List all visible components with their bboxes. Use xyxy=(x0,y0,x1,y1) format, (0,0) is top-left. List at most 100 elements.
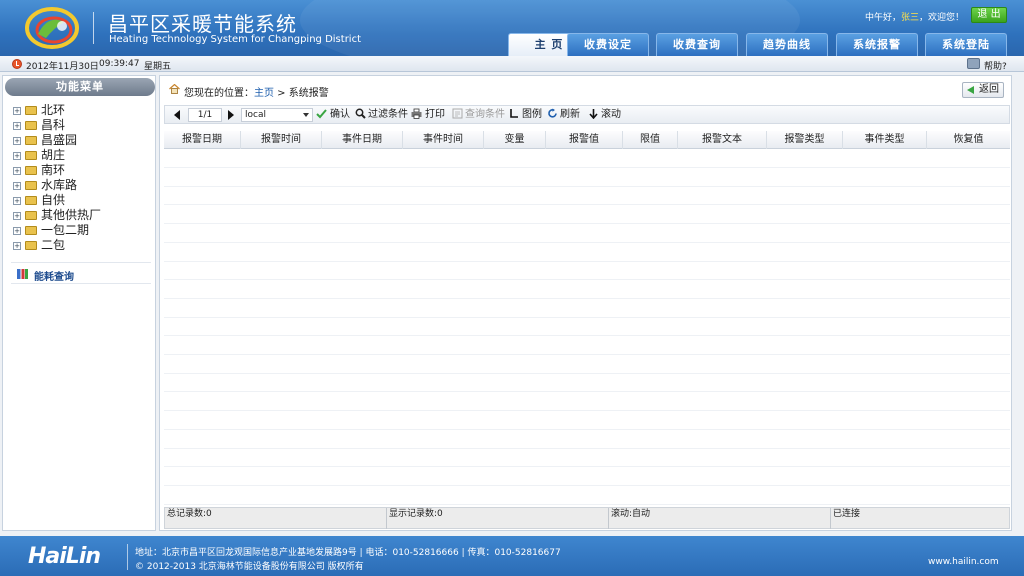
confirm-button[interactable]: 确认 xyxy=(330,108,350,122)
tab-trend-curve[interactable]: 趋势曲线 xyxy=(746,33,828,56)
greeting: 中午好，张三，欢迎您！ xyxy=(865,10,964,23)
expand-icon[interactable]: + xyxy=(13,152,21,160)
system-logo xyxy=(25,7,79,49)
tree-node[interactable]: + 北环 xyxy=(13,103,153,118)
expand-icon[interactable]: + xyxy=(13,212,21,220)
tree-node-label[interactable]: 水库路 xyxy=(41,178,77,193)
folder-icon xyxy=(25,121,37,130)
table-row xyxy=(164,431,1010,449)
table-row xyxy=(164,187,1010,206)
folder-icon xyxy=(25,211,37,220)
header-bar: 昌平区采暖节能系统 Heating Technology System for … xyxy=(0,0,1024,56)
tree-node-label[interactable]: 昌盛园 xyxy=(41,133,77,148)
tree-node[interactable]: + 二包 xyxy=(13,238,153,253)
tree-node-label[interactable]: 二包 xyxy=(41,238,65,253)
scroll-button[interactable]: 滚动 xyxy=(601,108,621,122)
back-button[interactable]: 返回 xyxy=(962,82,1004,98)
database-select[interactable]: local xyxy=(241,108,313,122)
help-link[interactable]: 帮助? xyxy=(984,59,1007,72)
expand-icon[interactable]: + xyxy=(13,137,21,145)
tree-node[interactable]: + 其他供热厂 xyxy=(13,208,153,223)
breadcrumb-home-link[interactable]: 主页 xyxy=(254,88,274,99)
tree-node[interactable]: + 一包二期 xyxy=(13,223,153,238)
expand-icon[interactable]: + xyxy=(13,167,21,175)
expand-icon[interactable]: + xyxy=(13,227,21,235)
help-icon[interactable] xyxy=(967,58,980,69)
tree-node-label[interactable]: 南环 xyxy=(41,163,65,178)
system-subtitle: Heating Technology System for Changping … xyxy=(109,34,361,45)
footer-address: 地址：北京市昌平区回龙观国际信息产业基地发展路9号 | 电话：010-52816… xyxy=(135,548,561,558)
column-header[interactable]: 报警类型 xyxy=(767,131,843,149)
column-header[interactable]: 事件类型 xyxy=(843,131,927,149)
tree-node[interactable]: + 自供 xyxy=(13,193,153,208)
column-header[interactable]: 变量 xyxy=(484,131,546,149)
refresh-button[interactable]: 刷新 xyxy=(560,108,580,122)
folder-icon xyxy=(25,226,37,235)
column-header[interactable]: 限值 xyxy=(623,131,678,149)
tree-node-label[interactable]: 其他供热厂 xyxy=(41,208,101,223)
system-title: 昌平区采暖节能系统 xyxy=(108,12,297,36)
tree-node[interactable]: + 水库路 xyxy=(13,178,153,193)
print-button[interactable]: 打印 xyxy=(425,108,445,122)
tree-node[interactable]: + 昌盛园 xyxy=(13,133,153,148)
table-row xyxy=(164,374,1010,393)
current-time: 09:39:47 xyxy=(99,59,140,69)
connection-status: 已连接 xyxy=(833,509,861,519)
column-header[interactable]: 报警日期 xyxy=(164,131,241,149)
query-condition-button[interactable]: 查询条件 xyxy=(465,108,505,122)
table-row xyxy=(164,318,1010,337)
column-header[interactable]: 报警文本 xyxy=(678,131,767,149)
tree-node-label[interactable]: 北环 xyxy=(41,103,65,118)
column-header[interactable]: 报警值 xyxy=(546,131,623,149)
expand-icon[interactable]: + xyxy=(13,242,21,250)
column-header[interactable]: 报警时间 xyxy=(241,131,322,149)
expand-icon[interactable]: + xyxy=(13,122,21,130)
footer: HaiLin 地址：北京市昌平区回龙观国际信息产业基地发展路9号 | 电话：01… xyxy=(0,536,1024,576)
tree-node-label[interactable]: 一包二期 xyxy=(41,223,89,238)
logout-button[interactable]: 退 出 xyxy=(971,7,1007,23)
header-divider xyxy=(93,12,94,44)
tree-node-label[interactable]: 昌科 xyxy=(41,118,65,133)
folder-icon xyxy=(25,196,37,205)
tree-node[interactable]: + 南环 xyxy=(13,163,153,178)
column-header[interactable]: 事件日期 xyxy=(322,131,403,149)
query-condition-icon xyxy=(452,108,463,119)
energy-query-label[interactable]: 能耗查询 xyxy=(34,268,74,283)
alarm-table: 报警日期 报警时间 事件日期 事件时间 变量 报警值 限值 报警文本 报警类型 … xyxy=(164,131,1010,505)
tab-fee-setting[interactable]: 收费设定 xyxy=(567,33,649,56)
table-row xyxy=(164,412,1010,430)
expand-icon[interactable]: + xyxy=(13,107,21,115)
column-header[interactable]: 恢复值 xyxy=(927,131,1010,149)
energy-query-link[interactable]: 能耗查询 xyxy=(11,262,151,284)
column-header[interactable]: 事件时间 xyxy=(403,131,484,149)
page-indicator[interactable]: 1/1 xyxy=(188,108,222,122)
magnifier-icon xyxy=(355,108,366,119)
tree-node-label[interactable]: 胡庄 xyxy=(41,148,65,163)
tab-fee-query[interactable]: 收费查询 xyxy=(656,33,738,56)
breadcrumb-prefix: 您现在的位置： xyxy=(184,88,254,99)
table-row xyxy=(164,262,1010,281)
tab-system-alarm[interactable]: 系统报警 xyxy=(836,33,918,56)
expand-icon[interactable]: + xyxy=(13,182,21,190)
main-panel: 您现在的位置：主页 > 系统报警 返回 1/1 local 确认 过滤条件 打印… xyxy=(159,75,1012,531)
table-row xyxy=(164,393,1010,412)
username: 张三 xyxy=(900,13,919,23)
tab-system-login[interactable]: 系统登陆 xyxy=(925,33,1007,56)
legend-button[interactable]: 图例 xyxy=(522,108,542,122)
folder-icon xyxy=(25,106,37,115)
prev-page-button[interactable] xyxy=(174,110,180,120)
check-icon xyxy=(316,109,327,119)
footer-website[interactable]: www.hailin.com xyxy=(928,557,999,567)
tree-node[interactable]: + 昌科 xyxy=(13,118,153,133)
folder-icon xyxy=(25,241,37,250)
tree-node-label[interactable]: 自供 xyxy=(41,193,65,208)
tree-node[interactable]: + 胡庄 xyxy=(13,148,153,163)
table-row xyxy=(164,206,1010,225)
expand-icon[interactable]: + xyxy=(13,197,21,205)
folder-icon xyxy=(25,136,37,145)
table-row xyxy=(164,169,1010,187)
footer-divider xyxy=(127,544,128,570)
next-page-button[interactable] xyxy=(228,110,234,120)
filter-button[interactable]: 过滤条件 xyxy=(368,108,408,122)
footer-copyright: © 2012-2013 北京海林节能设备股份有限公司 版权所有 xyxy=(135,562,364,572)
